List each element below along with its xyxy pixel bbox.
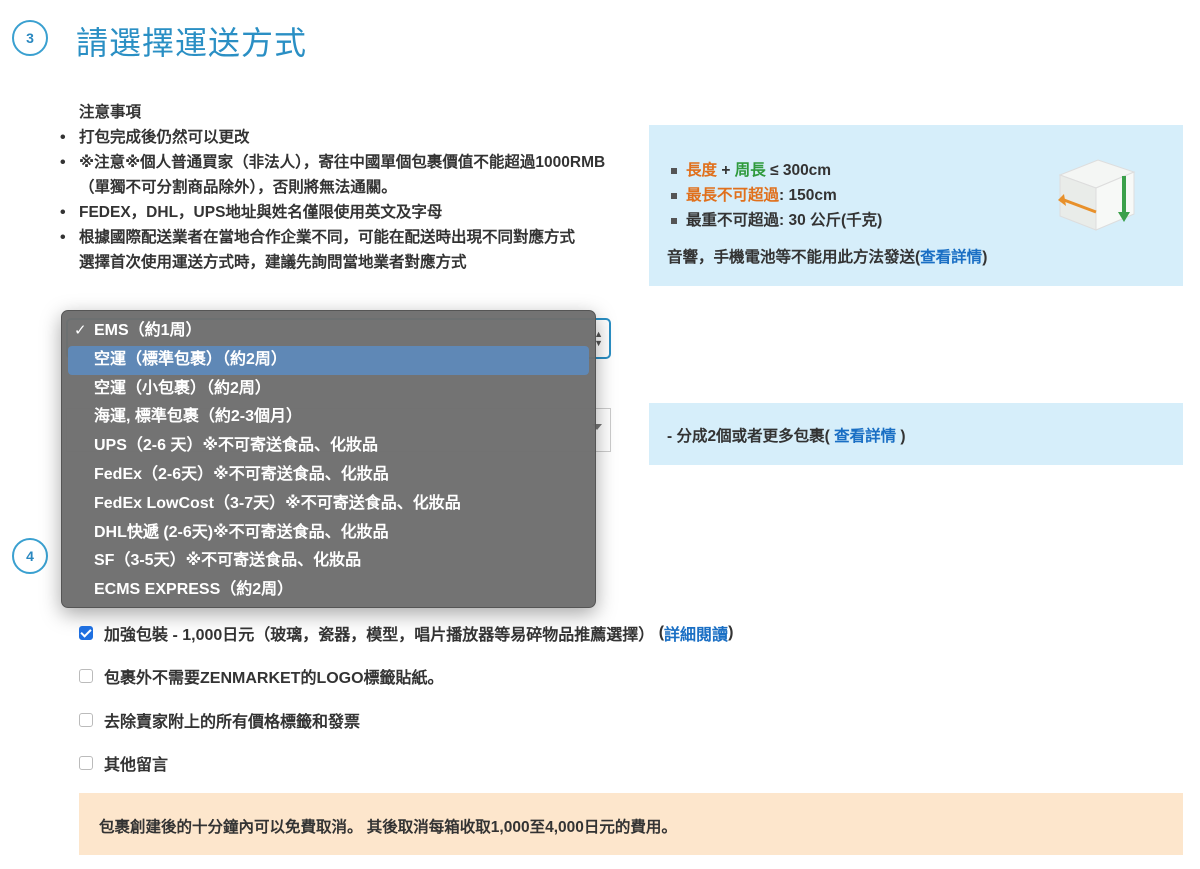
limit-item: 最重不可超過: 30 公斤(千克) (671, 208, 882, 233)
restriction-note: 音響，手機電池等不能用此方法發送(查看詳情) (667, 245, 987, 267)
limit-size-value: ≤ 300cm (765, 162, 832, 179)
note-item: 打包完成後仍然可以更改 (60, 125, 620, 150)
notes-list: 打包完成後仍然可以更改 ※注意※個人普通買家（非法人），寄往中國單個包裹價值不能… (60, 125, 620, 250)
option-other-message[interactable]: 其他留言 (79, 751, 168, 775)
step-4-badge: 4 (12, 538, 48, 574)
limit-length: 長度 (686, 162, 718, 179)
dropdown-option[interactable]: FedEx（2-6天）※不可寄送食品、化妝品 (68, 461, 589, 490)
limit-longest-label: 最長不可超過 (686, 187, 780, 204)
dropdown-option[interactable]: SF（3-5天）※不可寄送食品、化妝品 (68, 547, 589, 576)
note-item: FEDEX，DHL，UPS地址與姓名僅限使用英文及字母 (60, 200, 620, 225)
option-label: 包裹外不需要ZENMARKET的LOGO標籤貼紙。 (104, 670, 444, 687)
limit-longest-value: : 150cm (779, 187, 837, 204)
limit-item: 最長不可超過: 150cm (671, 183, 882, 208)
no-logo-checkbox[interactable] (79, 669, 93, 683)
option-label: 空運（標準包裹）（約2周） (94, 350, 287, 368)
option-label: 海運, 標準包裹（約2-3個月） (94, 408, 303, 426)
option-label: DHL快遞 (2-6天)※不可寄送食品、化妝品 (94, 523, 389, 541)
dropdown-option[interactable]: 海運, 標準包裹（約2-3個月） (68, 403, 589, 432)
dropdown-option[interactable]: 空運（標準包裹）（約2周） (68, 345, 589, 375)
remove-tags-checkbox[interactable] (79, 713, 93, 727)
dropdown-option[interactable]: ECMS EXPRESS（約2周） (68, 576, 589, 605)
reinforced-packing-checkbox[interactable] (79, 626, 93, 640)
limit-plus: + (717, 162, 735, 179)
option-remove-price-tags[interactable]: 去除賣家附上的所有價格標籤和發票 (79, 708, 360, 732)
view-details-link[interactable]: 查看詳情 (920, 249, 982, 266)
multi-package-box: - 分成2個或者更多包裹( 查看詳情 ) (649, 403, 1183, 465)
notes-heading: 注意事項 (79, 104, 142, 121)
page-title: 請選擇運送方式 (76, 25, 308, 61)
option-no-logo-sticker[interactable]: 包裹外不需要ZENMARKET的LOGO標籤貼紙。 (79, 664, 444, 688)
dropdown-option[interactable]: DHL快遞 (2-6天)※不可寄送食品、化妝品 (68, 519, 589, 548)
option-label: EMS（約1周） (94, 322, 202, 339)
read-more-link[interactable]: 詳細閱讀 (664, 621, 728, 645)
checkmark-icon: ✓ (74, 322, 87, 339)
note-item: ※注意※個人普通買家（非法人），寄往中國單個包裹價值不能超過1000RMB（單獨… (60, 150, 620, 200)
option-label: FedEx LowCost（3-7天）※不可寄送食品、化妝品 (94, 494, 461, 512)
option-label: SF（3-5天）※不可寄送食品、化妝品 (94, 552, 362, 570)
option-label: FedEx（2-6天）※不可寄送食品、化妝品 (94, 465, 389, 483)
restriction-text: 音響，手機電池等不能用此方法發送( (667, 249, 921, 266)
notes-tail: 選擇首次使用運送方式時，建議先詢問當地業者對應方式 (79, 254, 467, 271)
multi-package-paren: ) (896, 428, 906, 445)
note-item: 根據國際配送業者在當地合作企業不同，可能在配送時出現不同對應方式 (60, 225, 620, 250)
multi-package-text: - 分成2個或者更多包裹( (667, 428, 835, 445)
dropdown-option[interactable]: FedEx LowCost（3-7天）※不可寄送食品、化妝品 (68, 490, 589, 519)
option-label: 加強包裝 - 1,000日元（玻璃，瓷器，模型，唱片播放器等易碎物品推薦選擇） (104, 627, 655, 644)
option-reinforced-packing[interactable]: 加強包裝 - 1,000日元（玻璃，瓷器，模型，唱片播放器等易碎物品推薦選擇） … (79, 621, 733, 645)
dropdown-option[interactable]: ✓ EMS（約1周） (68, 317, 589, 346)
multi-package-details-link[interactable]: 查看詳情 (834, 428, 896, 445)
dropdown-option[interactable]: UPS（2-6 天）※不可寄送食品、化妝品 (68, 432, 589, 461)
cancellation-notice: 包裹創建後的十分鐘內可以免費取消。 其後取消每箱收取1,000至4,000日元的… (79, 793, 1183, 855)
limits-list: 長度 + 周長 ≤ 300cm 最長不可超過: 150cm 最重不可超過: 30… (671, 158, 882, 233)
option-label: 空運（小包裹）（約2周） (94, 379, 271, 397)
shipping-method-dropdown[interactable]: ✓ EMS（約1周） 空運（標準包裹）（約2周） 空運（小包裹）（約2周） 海運,… (61, 310, 596, 608)
option-paren: ) (728, 624, 734, 641)
step-3-badge: 3 (12, 20, 48, 56)
option-label: 去除賣家附上的所有價格標籤和發票 (104, 714, 361, 731)
option-label: 其他留言 (104, 757, 169, 774)
notes-section: 注意事項 打包完成後仍然可以更改 ※注意※個人普通買家（非法人），寄往中國單個包… (60, 100, 620, 275)
other-message-checkbox[interactable] (79, 756, 93, 770)
dropdown-option[interactable]: 空運（小包裹）（約2周） (68, 375, 589, 404)
package-box-icon (1050, 150, 1140, 245)
option-label: UPS（2-6 天）※不可寄送食品、化妝品 (94, 437, 379, 455)
limit-girth: 周長 (734, 162, 766, 179)
limit-item: 長度 + 周長 ≤ 300cm (671, 158, 882, 183)
restriction-paren: ) (982, 249, 988, 266)
option-label: ECMS EXPRESS（約2周） (94, 581, 294, 599)
